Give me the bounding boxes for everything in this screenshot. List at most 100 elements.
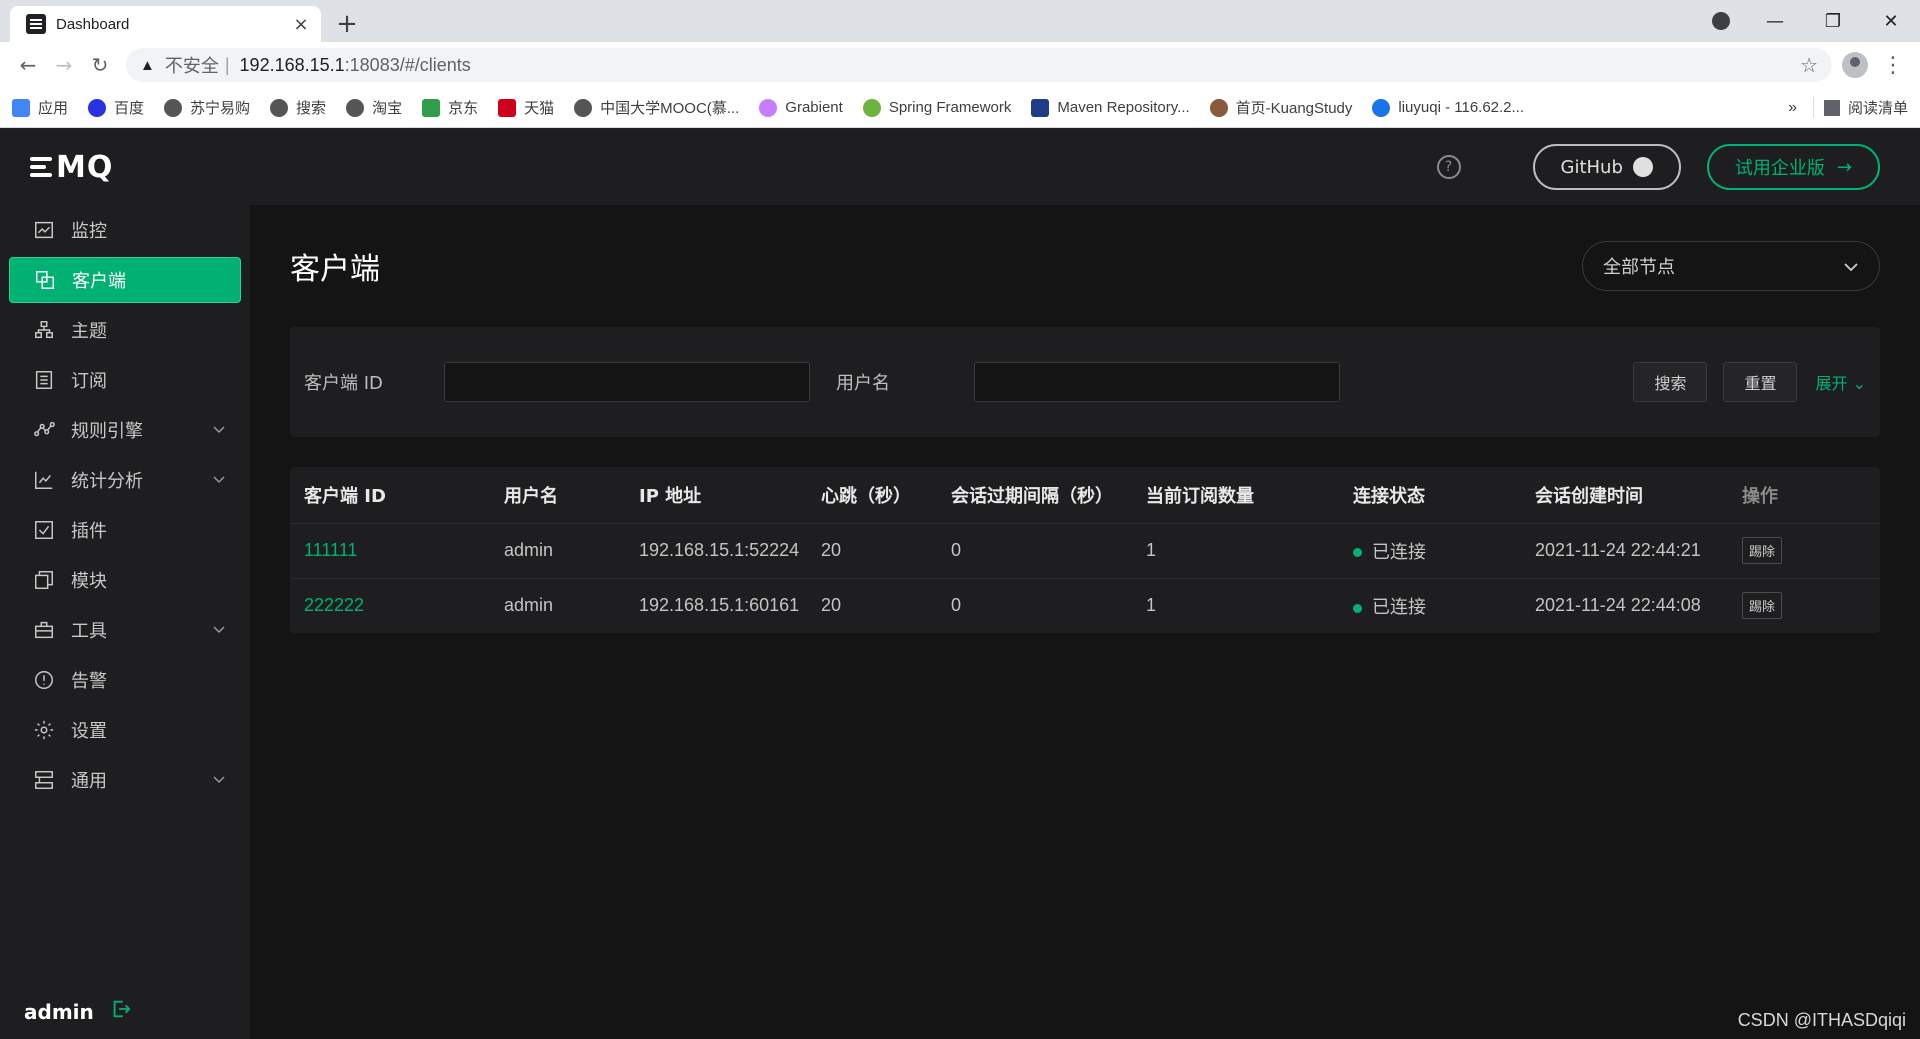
created-at-cell: 2021-11-24 22:44:08 <box>1535 595 1701 616</box>
bookmark-item[interactable]: 中国大学MOOC(慕... <box>574 97 739 118</box>
profile-avatar-icon[interactable] <box>1842 52 1868 78</box>
kick-button[interactable]: 踢除 <box>1742 592 1783 620</box>
node-select[interactable]: 全部节点 <box>1582 241 1880 291</box>
username-filter-label: 用户名 <box>836 373 890 394</box>
browser-tab[interactable]: Dashboard × <box>10 6 321 42</box>
bookmark-favicon-icon <box>862 98 881 117</box>
bookmark-favicon-icon <box>12 98 30 117</box>
sidebar-item-topics[interactable]: 主题 <box>9 307 241 353</box>
reload-icon[interactable]: ↻ <box>82 53 118 77</box>
filter-bar: 客户端 ID 用户名 搜索 重置 展开 ⌄ <box>290 327 1880 437</box>
sidebar: MQ 监控 客户端 主题 订阅 规则引擎 统计分析 插件 模块 工具 告警 设置 通用 admin <box>0 129 250 1039</box>
emq-logo[interactable]: MQ <box>0 129 250 205</box>
sidebar-item-label: 规则引擎 <box>71 421 143 442</box>
enterprise-label: 试用企业版 <box>1734 158 1825 179</box>
bookmark-label: 苏宁易购 <box>190 100 251 117</box>
bookmark-favicon-icon <box>270 98 289 117</box>
client-id-cell: 111111 <box>290 523 490 579</box>
main-area: ? GitHub 试用企业版 → 客户端 全部节点 客户端 ID 用户名 搜索 … <box>250 129 1920 1039</box>
column-header: 客户端 ID <box>290 467 490 524</box>
minimize-icon[interactable]: — <box>1746 11 1804 32</box>
modules-icon <box>33 569 55 591</box>
sidebar-item-label: 统计分析 <box>71 471 143 492</box>
expiry-cell: 0 <box>937 523 1132 579</box>
chevron-down-icon <box>213 422 225 438</box>
username-input[interactable] <box>974 362 1340 402</box>
search-button[interactable]: 搜索 <box>1633 362 1708 402</box>
column-header: 当前订阅数量 <box>1132 467 1339 524</box>
try-enterprise-button[interactable]: 试用企业版 → <box>1706 144 1880 190</box>
keepalive-cell: 20 <box>821 595 842 616</box>
sidebar-item-clients[interactable]: 客户端 <box>9 257 241 303</box>
bookmark-item[interactable]: 搜索 <box>270 97 326 118</box>
bookmark-favicon-icon <box>164 98 183 117</box>
sidebar-menu: 监控客户端 主题 订阅规则引擎统计分析插件 模块工具告警 设置 通用 <box>0 207 250 803</box>
sidebar-item-analysis[interactable]: 统计分析 <box>9 457 241 503</box>
bookmark-favicon-icon <box>88 98 107 117</box>
bookmarks-more-button[interactable]: » <box>1788 99 1797 117</box>
insecure-label[interactable]: 不安全 <box>165 52 219 78</box>
client-id-input[interactable] <box>444 362 810 402</box>
bookmark-item[interactable]: 应用 <box>12 97 68 118</box>
action-cell: 踢除 <box>1728 578 1880 633</box>
bookmark-favicon-icon <box>498 98 517 117</box>
sidebar-item-label: 监控 <box>71 221 107 242</box>
logo-text: MQ <box>56 149 114 185</box>
sidebar-item-plugins[interactable]: 插件 <box>9 507 241 553</box>
bookmark-label: 应用 <box>38 100 69 117</box>
bookmark-item[interactable]: 苏宁易购 <box>164 97 250 118</box>
status-text: 已连接 <box>1372 541 1426 562</box>
warning-icon[interactable]: ▲ <box>140 57 155 74</box>
back-icon[interactable]: ← <box>10 53 46 77</box>
browser-menu-icon[interactable]: ⋮ <box>1882 53 1904 78</box>
bookmark-item[interactable]: Spring Framework <box>862 98 1011 117</box>
kick-button[interactable]: 踢除 <box>1742 537 1783 564</box>
sidebar-item-subscriptions[interactable]: 订阅 <box>9 357 241 403</box>
bookmark-item[interactable]: Maven Repository... <box>1031 98 1190 117</box>
bookmark-item[interactable]: 京东 <box>422 97 478 118</box>
tab-close-icon[interactable]: × <box>291 14 311 35</box>
sidebar-item-alarms[interactable]: 告警 <box>9 657 241 703</box>
reading-list-button[interactable]: 阅读清单 <box>1812 97 1908 118</box>
bookmark-favicon-icon <box>1209 98 1228 117</box>
github-button[interactable]: GitHub <box>1532 144 1681 190</box>
bookmark-item[interactable]: liuyuqi - 116.62.2... <box>1372 98 1524 117</box>
bookmark-label: 搜索 <box>296 100 327 117</box>
reset-button[interactable]: 重置 <box>1723 362 1798 402</box>
sidebar-item-label: 工具 <box>71 621 107 642</box>
tab-search-icon[interactable] <box>1712 12 1730 30</box>
sidebar-item-modules[interactable]: 模块 <box>9 557 241 603</box>
help-icon[interactable]: ? <box>1436 155 1461 179</box>
address-bar[interactable]: ▲ 不安全 | 192.168.15.1 :18083/#/clients ☆ <box>126 48 1832 82</box>
close-window-icon[interactable]: ✕ <box>1862 11 1920 32</box>
client-id-link[interactable]: 222222 <box>304 595 364 615</box>
reading-list-label: 阅读清单 <box>1847 100 1908 117</box>
expand-filter-link[interactable]: 展开 ⌄ <box>1815 370 1866 394</box>
reading-list-icon <box>1823 99 1840 116</box>
client-id-link[interactable]: 111111 <box>304 540 357 560</box>
bookmark-star-icon[interactable]: ☆ <box>1800 53 1818 78</box>
bookmark-item[interactable]: Grabient <box>759 98 843 117</box>
github-icon <box>1632 157 1653 177</box>
bookmark-item[interactable]: 淘宝 <box>346 97 402 118</box>
sidebar-item-tools[interactable]: 工具 <box>9 607 241 653</box>
bookmark-item[interactable]: 首页-KuangStudy <box>1209 97 1352 118</box>
ip-cell: 192.168.15.1:60161 <box>639 595 800 616</box>
table-row: 111111 admin 192.168.15.1:52224 20 0 1 已连接 2021… <box>290 523 1880 579</box>
bookmark-item[interactable]: 百度 <box>88 97 144 118</box>
bookmark-label: 天猫 <box>524 100 555 117</box>
bookmark-label: 淘宝 <box>372 100 403 117</box>
keepalive-cell: 20 <box>807 523 937 579</box>
column-header: IP 地址 <box>625 467 807 524</box>
new-tab-button[interactable]: + <box>327 6 367 42</box>
logout-icon[interactable] <box>110 998 132 1025</box>
sidebar-item-monitor[interactable]: 监控 <box>9 207 241 253</box>
forward-icon[interactable]: → <box>46 53 82 77</box>
subscriptions-icon <box>33 369 55 391</box>
sidebar-item-general[interactable]: 通用 <box>9 757 241 803</box>
sidebar-item-settings[interactable]: 设置 <box>9 707 241 753</box>
restore-icon[interactable]: ❐ <box>1804 11 1862 32</box>
sidebar-item-rules[interactable]: 规则引擎 <box>9 407 241 453</box>
bookmark-item[interactable]: 天猫 <box>498 97 554 118</box>
toolbar-right: ⋮ <box>1842 52 1910 78</box>
